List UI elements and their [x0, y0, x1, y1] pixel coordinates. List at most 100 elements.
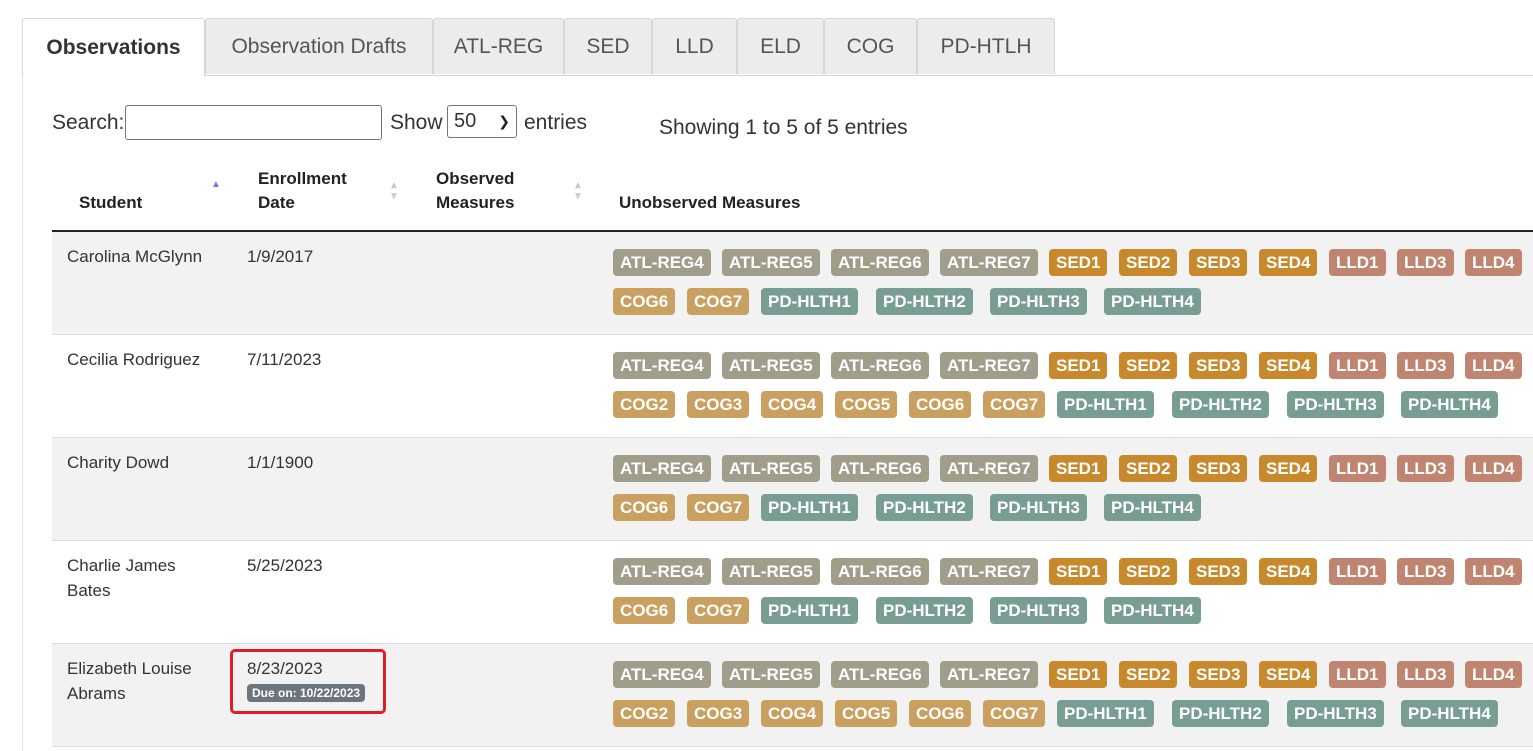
measure-badge: ATL-REG6 [831, 455, 929, 482]
tab-label: SED [586, 34, 630, 58]
tab-observations[interactable]: Observations [22, 18, 205, 76]
student-name[interactable]: Carolina McGlynn [67, 244, 202, 269]
measure-badge: SED1 [1049, 558, 1108, 585]
student-name-line: Bates [67, 581, 111, 600]
measure-badge: LLD4 [1465, 455, 1522, 482]
show-label: Show [390, 111, 443, 134]
measure-badge: PD-HLTH3 [990, 494, 1087, 521]
measure-badge: LLD1 [1329, 558, 1386, 585]
measure-badge: ATL-REG5 [722, 455, 820, 482]
measure-badge: PD-HLTH3 [1287, 391, 1384, 418]
measure-badge: ATL-REG7 [940, 558, 1038, 585]
measure-badge: COG7 [687, 494, 750, 521]
tab-atl-reg[interactable]: ATL-REG [433, 18, 564, 74]
measure-badge: COG7 [983, 700, 1046, 727]
measure-badge: PD-HLTH1 [761, 494, 858, 521]
sort-asc-icon[interactable]: ▲ [211, 179, 221, 190]
search-input[interactable] [125, 105, 382, 140]
student-name[interactable]: Elizabeth Louise Abrams [67, 656, 192, 706]
measure-badge: ATL-REG7 [940, 661, 1038, 688]
enrollment-date: 7/11/2023 [247, 350, 322, 369]
tab-sed[interactable]: SED [564, 18, 652, 74]
column-header-label: Student [79, 193, 143, 212]
student-name[interactable]: Charlie James Bates [67, 553, 176, 603]
measure-badge: PD-HLTH2 [876, 494, 973, 521]
measure-badge: SED2 [1119, 455, 1178, 482]
measure-badge: ATL-REG4 [613, 661, 711, 688]
student-name-line: Elizabeth Louise [67, 659, 192, 678]
tab-label: COG [846, 34, 895, 58]
tab-pd-htlh[interactable]: PD-HTLH [917, 18, 1055, 74]
student-name[interactable]: Charity Dowd [67, 450, 169, 475]
measure-badge: COG7 [687, 288, 750, 315]
measure-badge: COG4 [761, 391, 824, 418]
tab-lld[interactable]: LLD [652, 18, 737, 74]
measure-badge: ATL-REG5 [722, 558, 820, 585]
measure-badge: ATL-REG5 [722, 661, 820, 688]
tab-eld[interactable]: ELD [737, 18, 824, 74]
measure-badge: SED2 [1119, 352, 1178, 379]
measure-badge: SED4 [1259, 249, 1318, 276]
entries-label: entries [524, 111, 588, 134]
measure-badge: ATL-REG5 [722, 249, 820, 276]
measure-badge: ATL-REG7 [940, 352, 1038, 379]
measure-badge: LLD1 [1329, 455, 1386, 482]
measure-badge: ATL-REG7 [940, 249, 1038, 276]
measure-badge: LLD4 [1465, 249, 1522, 276]
tab-observation-drafts[interactable]: Observation Drafts [205, 18, 433, 74]
measure-badge: ATL-REG4 [613, 558, 711, 585]
measure-badge: PD-HLTH2 [1172, 700, 1269, 727]
measure-badge: LLD4 [1465, 352, 1522, 379]
column-header-label: Date [258, 193, 295, 212]
column-header-label: Enrollment [258, 169, 347, 188]
measure-badge: SED1 [1049, 661, 1108, 688]
enrollment-date: 8/23/2023 [247, 659, 323, 678]
student-name[interactable]: Cecilia Rodriguez [67, 347, 200, 372]
measure-badge: LLD1 [1329, 352, 1386, 379]
measure-badge: LLD3 [1397, 352, 1454, 379]
measure-badge: SED3 [1189, 558, 1248, 585]
measure-badge: PD-HLTH4 [1401, 700, 1498, 727]
table-row: Carolina McGlynn 1/9/2017 ATL-REG4 ATL-REG5… [52, 232, 1533, 335]
measure-badge: ATL-REG7 [940, 455, 1038, 482]
enrollment-date: 1/9/2017 [247, 247, 314, 266]
tab-cog[interactable]: COG [824, 18, 917, 74]
measure-badge: ATL-REG5 [722, 352, 820, 379]
student-name-line: Abrams [67, 684, 126, 703]
column-header-unobserved-measures[interactable]: Unobserved Measures [619, 191, 800, 215]
measure-badge: LLD4 [1465, 661, 1522, 688]
measure-badge: PD-HLTH1 [761, 288, 858, 315]
measure-badge: COG3 [687, 700, 750, 727]
column-header-enrollment-date[interactable]: Enrollment Date [258, 167, 347, 215]
measure-badge: SED1 [1049, 249, 1108, 276]
measure-badge: ATL-REG6 [831, 558, 929, 585]
measure-badge: SED4 [1259, 661, 1318, 688]
entries-select-value: 50 [454, 110, 477, 132]
measure-badge: COG6 [613, 494, 676, 521]
measure-badge: LLD1 [1329, 249, 1386, 276]
measure-badge: SED1 [1049, 352, 1108, 379]
student-name-line: Charlie James [67, 556, 176, 575]
measure-badge: SED2 [1119, 661, 1178, 688]
measure-badge: COG6 [909, 700, 972, 727]
sort-both-icon[interactable]: ▲ ▼ [573, 180, 583, 202]
measure-badge: PD-HLTH3 [990, 288, 1087, 315]
student-name-line: Carolina McGlynn [67, 247, 203, 266]
sort-both-icon[interactable]: ▲ ▼ [389, 180, 399, 202]
column-header-observed-measures[interactable]: Observed Measures [436, 167, 514, 215]
measure-badge: PD-HLTH3 [990, 597, 1087, 624]
measure-badge: ATL-REG6 [831, 352, 929, 379]
measure-badge: SED3 [1189, 249, 1248, 276]
tab-bar: Observations Observation Drafts ATL-REG … [22, 18, 1533, 76]
measure-badge: ATL-REG4 [613, 249, 711, 276]
table-info: Showing 1 to 5 of 5 entries [659, 116, 908, 139]
column-header-student[interactable]: Student [79, 191, 142, 215]
tab-label: Observations [46, 35, 181, 59]
measure-badge: PD-HLTH2 [876, 288, 973, 315]
measure-badge: COG3 [687, 391, 750, 418]
tab-label: ELD [760, 34, 801, 58]
due-date-badge: Due on: 10/22/2023 [247, 684, 366, 702]
measure-badge: SED3 [1189, 661, 1248, 688]
entries-select[interactable]: 50 ❯ [447, 105, 517, 138]
measure-badge: COG7 [983, 391, 1046, 418]
